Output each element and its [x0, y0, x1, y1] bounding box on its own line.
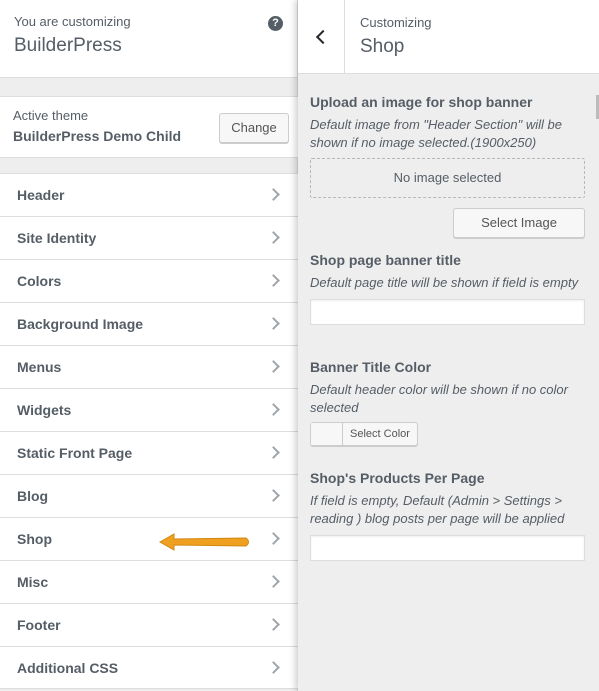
menu-item-label: Colors	[17, 273, 62, 289]
products-per-page-control: Shop's Products Per Page If field is emp…	[310, 470, 585, 561]
chevron-right-icon	[267, 575, 280, 588]
menu-item-label: Header	[17, 187, 65, 203]
menu-item-label: Blog	[17, 488, 49, 504]
menu-item-label: Widgets	[17, 402, 72, 418]
pointer-arrow-icon	[158, 533, 249, 551]
control-title: Shop page banner title	[310, 252, 461, 268]
chevron-right-icon	[267, 618, 280, 631]
menu-item-label: Shop	[17, 531, 52, 547]
control-title: Shop's Products Per Page	[310, 470, 485, 486]
menu-item-menus[interactable]: Menus	[0, 345, 298, 388]
menu-item-label: Additional CSS	[17, 660, 119, 676]
banner-title-input[interactable]	[310, 299, 585, 325]
menu-item-misc[interactable]: Misc	[0, 560, 298, 603]
chevron-right-icon	[267, 532, 280, 545]
select-color-label: Select Color	[350, 428, 410, 440]
customizing-subtitle: You are customizing	[14, 14, 131, 29]
menu-item-background-image[interactable]: Background Image	[0, 302, 298, 345]
control-description: Default page title will be shown if fiel…	[310, 275, 579, 290]
chevron-right-icon	[267, 446, 280, 459]
back-button[interactable]	[298, 0, 345, 73]
banner-color-control: Banner Title Color Default header color …	[310, 359, 585, 450]
control-description: Default image from "Header Section" will…	[310, 117, 563, 150]
help-icon[interactable]: ?	[268, 16, 283, 31]
image-placeholder[interactable]: No image selected	[310, 158, 585, 198]
customizer-header: You are customizing BuilderPress ?	[0, 0, 297, 78]
chevron-right-icon	[267, 489, 280, 502]
menu-item-label: Misc	[17, 574, 49, 590]
menu-item-widgets[interactable]: Widgets	[0, 388, 298, 431]
menu-item-blog[interactable]: Blog	[0, 474, 298, 517]
menu-item-colors[interactable]: Colors	[0, 259, 298, 302]
chevron-right-icon	[267, 661, 280, 674]
menu-item-site-identity[interactable]: Site Identity	[0, 216, 298, 259]
color-swatch	[311, 423, 343, 445]
section-header: Customizing Shop	[298, 0, 599, 74]
menu-item-label: Background Image	[17, 316, 144, 332]
chevron-right-icon	[267, 360, 280, 373]
control-description: Default header color will be shown if no…	[310, 382, 568, 415]
control-description: If field is empty, Default (Admin > Sett…	[310, 493, 565, 526]
chevron-right-icon	[267, 403, 280, 416]
control-title: Upload an image for shop banner	[310, 94, 533, 110]
select-image-button[interactable]: Select Image	[453, 208, 585, 238]
customizer-main-panel: You are customizing BuilderPress ? Activ…	[0, 0, 298, 691]
menu-item-static-front-page[interactable]: Static Front Page	[0, 431, 298, 474]
shop-section-panel: Customizing Shop Upload an image for sho…	[298, 0, 599, 691]
section-title: Shop	[360, 36, 405, 57]
chevron-right-icon	[267, 188, 280, 201]
color-picker-button[interactable]: Select Color	[310, 422, 418, 446]
chevron-right-icon	[267, 317, 280, 330]
shop-banner-control: Upload an image for shop banner Default …	[310, 94, 585, 238]
change-theme-button[interactable]: Change	[219, 113, 289, 143]
chevron-left-icon	[315, 29, 331, 45]
menu-item-footer[interactable]: Footer	[0, 603, 298, 646]
banner-title-control: Shop page banner title Default page titl…	[310, 252, 585, 325]
menu-item-shop[interactable]: Shop	[0, 517, 298, 560]
active-theme-box: Active theme BuilderPress Demo Child Cha…	[0, 96, 298, 158]
menu-item-header[interactable]: Header	[0, 173, 298, 216]
customizer-menu: Header Site Identity Colors Background I…	[0, 173, 298, 689]
menu-item-label: Menus	[17, 359, 62, 375]
site-title: BuilderPress	[14, 35, 122, 56]
menu-item-label: Static Front Page	[17, 445, 133, 461]
menu-item-label: Footer	[17, 617, 61, 633]
menu-item-label: Site Identity	[17, 230, 97, 246]
menu-item-additional-css[interactable]: Additional CSS	[0, 646, 298, 689]
chevron-right-icon	[267, 274, 280, 287]
products-per-page-input[interactable]	[310, 535, 585, 561]
customizing-label: Customizing	[360, 15, 432, 30]
chevron-right-icon	[267, 231, 280, 244]
section-titles: Customizing Shop	[360, 15, 432, 58]
control-title: Banner Title Color	[310, 359, 432, 375]
